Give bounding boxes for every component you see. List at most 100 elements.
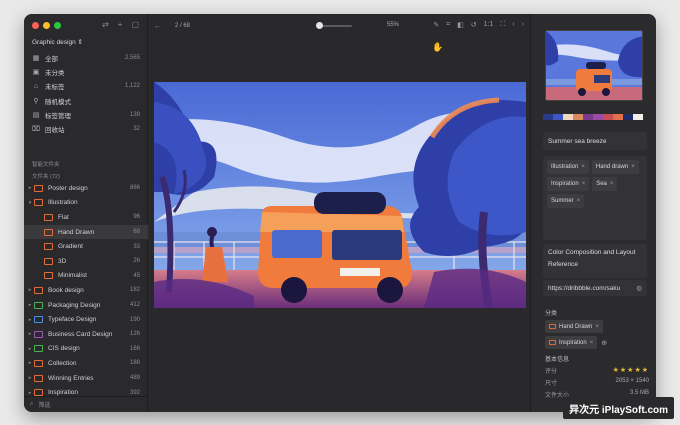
folder-item[interactable]: ▸ Typeface Design 190 — [24, 312, 148, 327]
remove-tag-icon[interactable]: × — [577, 198, 581, 204]
folder-item[interactable]: Hand Drawn 68 — [24, 224, 148, 240]
folder-item[interactable]: Flat 96 — [24, 210, 148, 225]
folder-item[interactable]: ▸ Packaging Design 412 — [24, 298, 148, 313]
globe-icon[interactable]: ◍ — [636, 284, 642, 292]
palette-swatch[interactable] — [613, 114, 623, 120]
nav-item-trash[interactable]: ⌧ 回收站 32 — [24, 122, 148, 136]
nav-item-shuffle[interactable]: ⚲ 随机模式 — [24, 94, 148, 108]
folder-label: CIS design — [48, 345, 80, 353]
tag-chip[interactable]: Inspiration × — [547, 177, 590, 191]
disclosure-arrow-icon[interactable]: ▸ — [26, 331, 34, 337]
tag-chip[interactable]: Hand drawn × — [591, 160, 639, 174]
disclosure-arrow-icon[interactable]: ▸ — [26, 185, 34, 191]
filter-input[interactable]: 筛选 — [38, 400, 50, 409]
category-chip[interactable]: Hand Drawn × — [545, 320, 603, 333]
tag-chip[interactable]: Illustration × — [547, 160, 589, 174]
remove-tag-icon[interactable]: × — [582, 181, 586, 187]
color-palette[interactable] — [543, 114, 643, 120]
zoom-slider[interactable] — [316, 22, 352, 29]
disclosure-arrow-icon[interactable]: ▸ — [26, 360, 34, 366]
annotate-icon[interactable]: ✎ — [433, 21, 439, 29]
remove-icon[interactable]: × — [595, 324, 599, 330]
remove-icon[interactable]: × — [590, 340, 594, 346]
nav-item-count: 1,122 — [124, 83, 140, 90]
disclosure-arrow-icon[interactable]: ▸ — [26, 390, 34, 396]
remove-tag-icon[interactable]: × — [631, 164, 635, 170]
disclosure-arrow-icon[interactable]: ▾ — [26, 200, 34, 206]
back-arrow-icon[interactable]: ← — [154, 23, 161, 30]
remove-tag-icon[interactable]: × — [610, 181, 614, 187]
palette-swatch[interactable] — [593, 114, 603, 120]
palette-swatch[interactable] — [623, 114, 633, 120]
nav-item-box[interactable]: ▣ 未分类 — [24, 65, 148, 79]
palette-swatch[interactable] — [553, 114, 563, 120]
tags-field[interactable]: Illustration × Hand drawn × Inspiration × Sea ×… — [543, 156, 647, 240]
sidebar-toggle-icon[interactable]: ▢ — [131, 20, 139, 29]
fullscreen-icon[interactable]: ⛶ — [500, 21, 505, 29]
disclosure-arrow-icon[interactable]: ▸ — [26, 287, 34, 293]
palette-swatch[interactable] — [543, 114, 553, 120]
add-icon[interactable]: + — [118, 20, 123, 29]
folder-icon — [34, 316, 43, 324]
folder-item[interactable]: ▸ Poster design 886 — [24, 181, 148, 196]
rating-stars[interactable]: ★★★★★ — [613, 366, 649, 375]
inspector-panel: Summer sea breeze Illustration × Hand draw… — [530, 14, 656, 412]
category-chip[interactable]: Inspiration × — [545, 336, 598, 349]
artwork-image[interactable] — [154, 82, 526, 308]
url-text[interactable]: https://dribbble.com/saku — [548, 285, 633, 292]
nav-item-grid[interactable]: ▦ 全部 2,565 — [24, 51, 148, 65]
palette-swatch[interactable] — [603, 114, 613, 120]
palette-swatch[interactable] — [563, 114, 573, 120]
remove-tag-icon[interactable]: × — [581, 164, 585, 170]
folder-item[interactable]: Gradient 33 — [24, 239, 148, 254]
folder-label: Gradient — [58, 243, 83, 251]
add-category-icon[interactable]: ⊕ — [601, 339, 607, 347]
sync-icon[interactable]: ⇄ — [102, 20, 109, 29]
disclosure-arrow-icon[interactable]: ▸ — [26, 375, 34, 381]
folder-label: Packaging Design — [48, 301, 101, 309]
url-field[interactable]: https://dribbble.com/saku ◍ — [543, 280, 647, 296]
crop-icon[interactable]: ⌗ — [446, 21, 450, 29]
minimize-window-button[interactable] — [43, 22, 50, 29]
library-switcher[interactable]: Graphic design ⇕ — [32, 38, 83, 46]
tag-chip[interactable]: Sea × — [592, 177, 618, 191]
filter-bar[interactable]: ⌕ 筛选 — [24, 396, 148, 412]
folder-item[interactable]: ▸ Business Card Design 126 — [24, 327, 148, 342]
annotation-field[interactable]: Color Composition and Layout Reference — [543, 244, 647, 278]
star-icon[interactable]: ★ — [642, 367, 649, 374]
name-field[interactable]: Summer sea breeze — [543, 132, 647, 150]
folder-item[interactable]: 3D 26 — [24, 254, 148, 269]
disclosure-arrow-icon[interactable]: ▸ — [26, 317, 34, 323]
nav-item-tag-manage[interactable]: ▤ 标签管理 139 — [24, 108, 148, 122]
tag-chip[interactable]: Summer × — [547, 194, 585, 208]
palette-swatch[interactable] — [633, 114, 643, 120]
actual-size-icon[interactable]: 1:1 — [484, 21, 494, 29]
palette-swatch[interactable] — [573, 114, 583, 120]
folder-item[interactable]: ▸ Collection 188 — [24, 356, 148, 371]
folder-item[interactable]: ▸ CIS design 166 — [24, 342, 148, 357]
palette-swatch[interactable] — [583, 114, 593, 120]
next-icon[interactable]: › — [522, 21, 524, 29]
folder-icon — [34, 184, 43, 192]
sidebar: ⇄ + ▢ Graphic design ⇕ ▦ 全部 2,565 ▣ 未分类 ⌂ 未标签 1… — [24, 14, 148, 412]
folder-item[interactable]: ▸ Winning Entries 489 — [24, 371, 148, 386]
disclosure-arrow-icon[interactable]: ▸ — [26, 302, 34, 308]
zoom-slider-knob[interactable] — [316, 22, 323, 29]
smart-folders-heading[interactable]: 智能文件夹 — [32, 160, 60, 168]
illustration-svg — [154, 82, 526, 308]
folder-item[interactable]: ▾ Illustration — [24, 196, 148, 211]
disclosure-arrow-icon[interactable]: ▸ — [26, 346, 34, 352]
folder-item[interactable]: ▸ Book design 182 — [24, 283, 148, 298]
previous-icon[interactable]: ‹ — [512, 21, 514, 29]
star-icon[interactable]: ★ — [613, 367, 620, 374]
star-icon[interactable]: ★ — [634, 367, 641, 374]
folder-item[interactable]: Minimalist 45 — [24, 269, 148, 284]
nav-item-label: 全部 — [45, 56, 58, 64]
compare-icon[interactable]: ◧ — [457, 21, 464, 29]
maximize-window-button[interactable] — [54, 22, 61, 29]
nav-item-label: 随机模式 — [45, 98, 71, 106]
folders-heading[interactable]: 文件夹 (72) — [32, 172, 60, 180]
nav-item-tag[interactable]: ⌂ 未标签 1,122 — [24, 79, 148, 93]
close-window-button[interactable] — [32, 22, 39, 29]
rotate-icon[interactable]: ↺ — [471, 21, 477, 29]
